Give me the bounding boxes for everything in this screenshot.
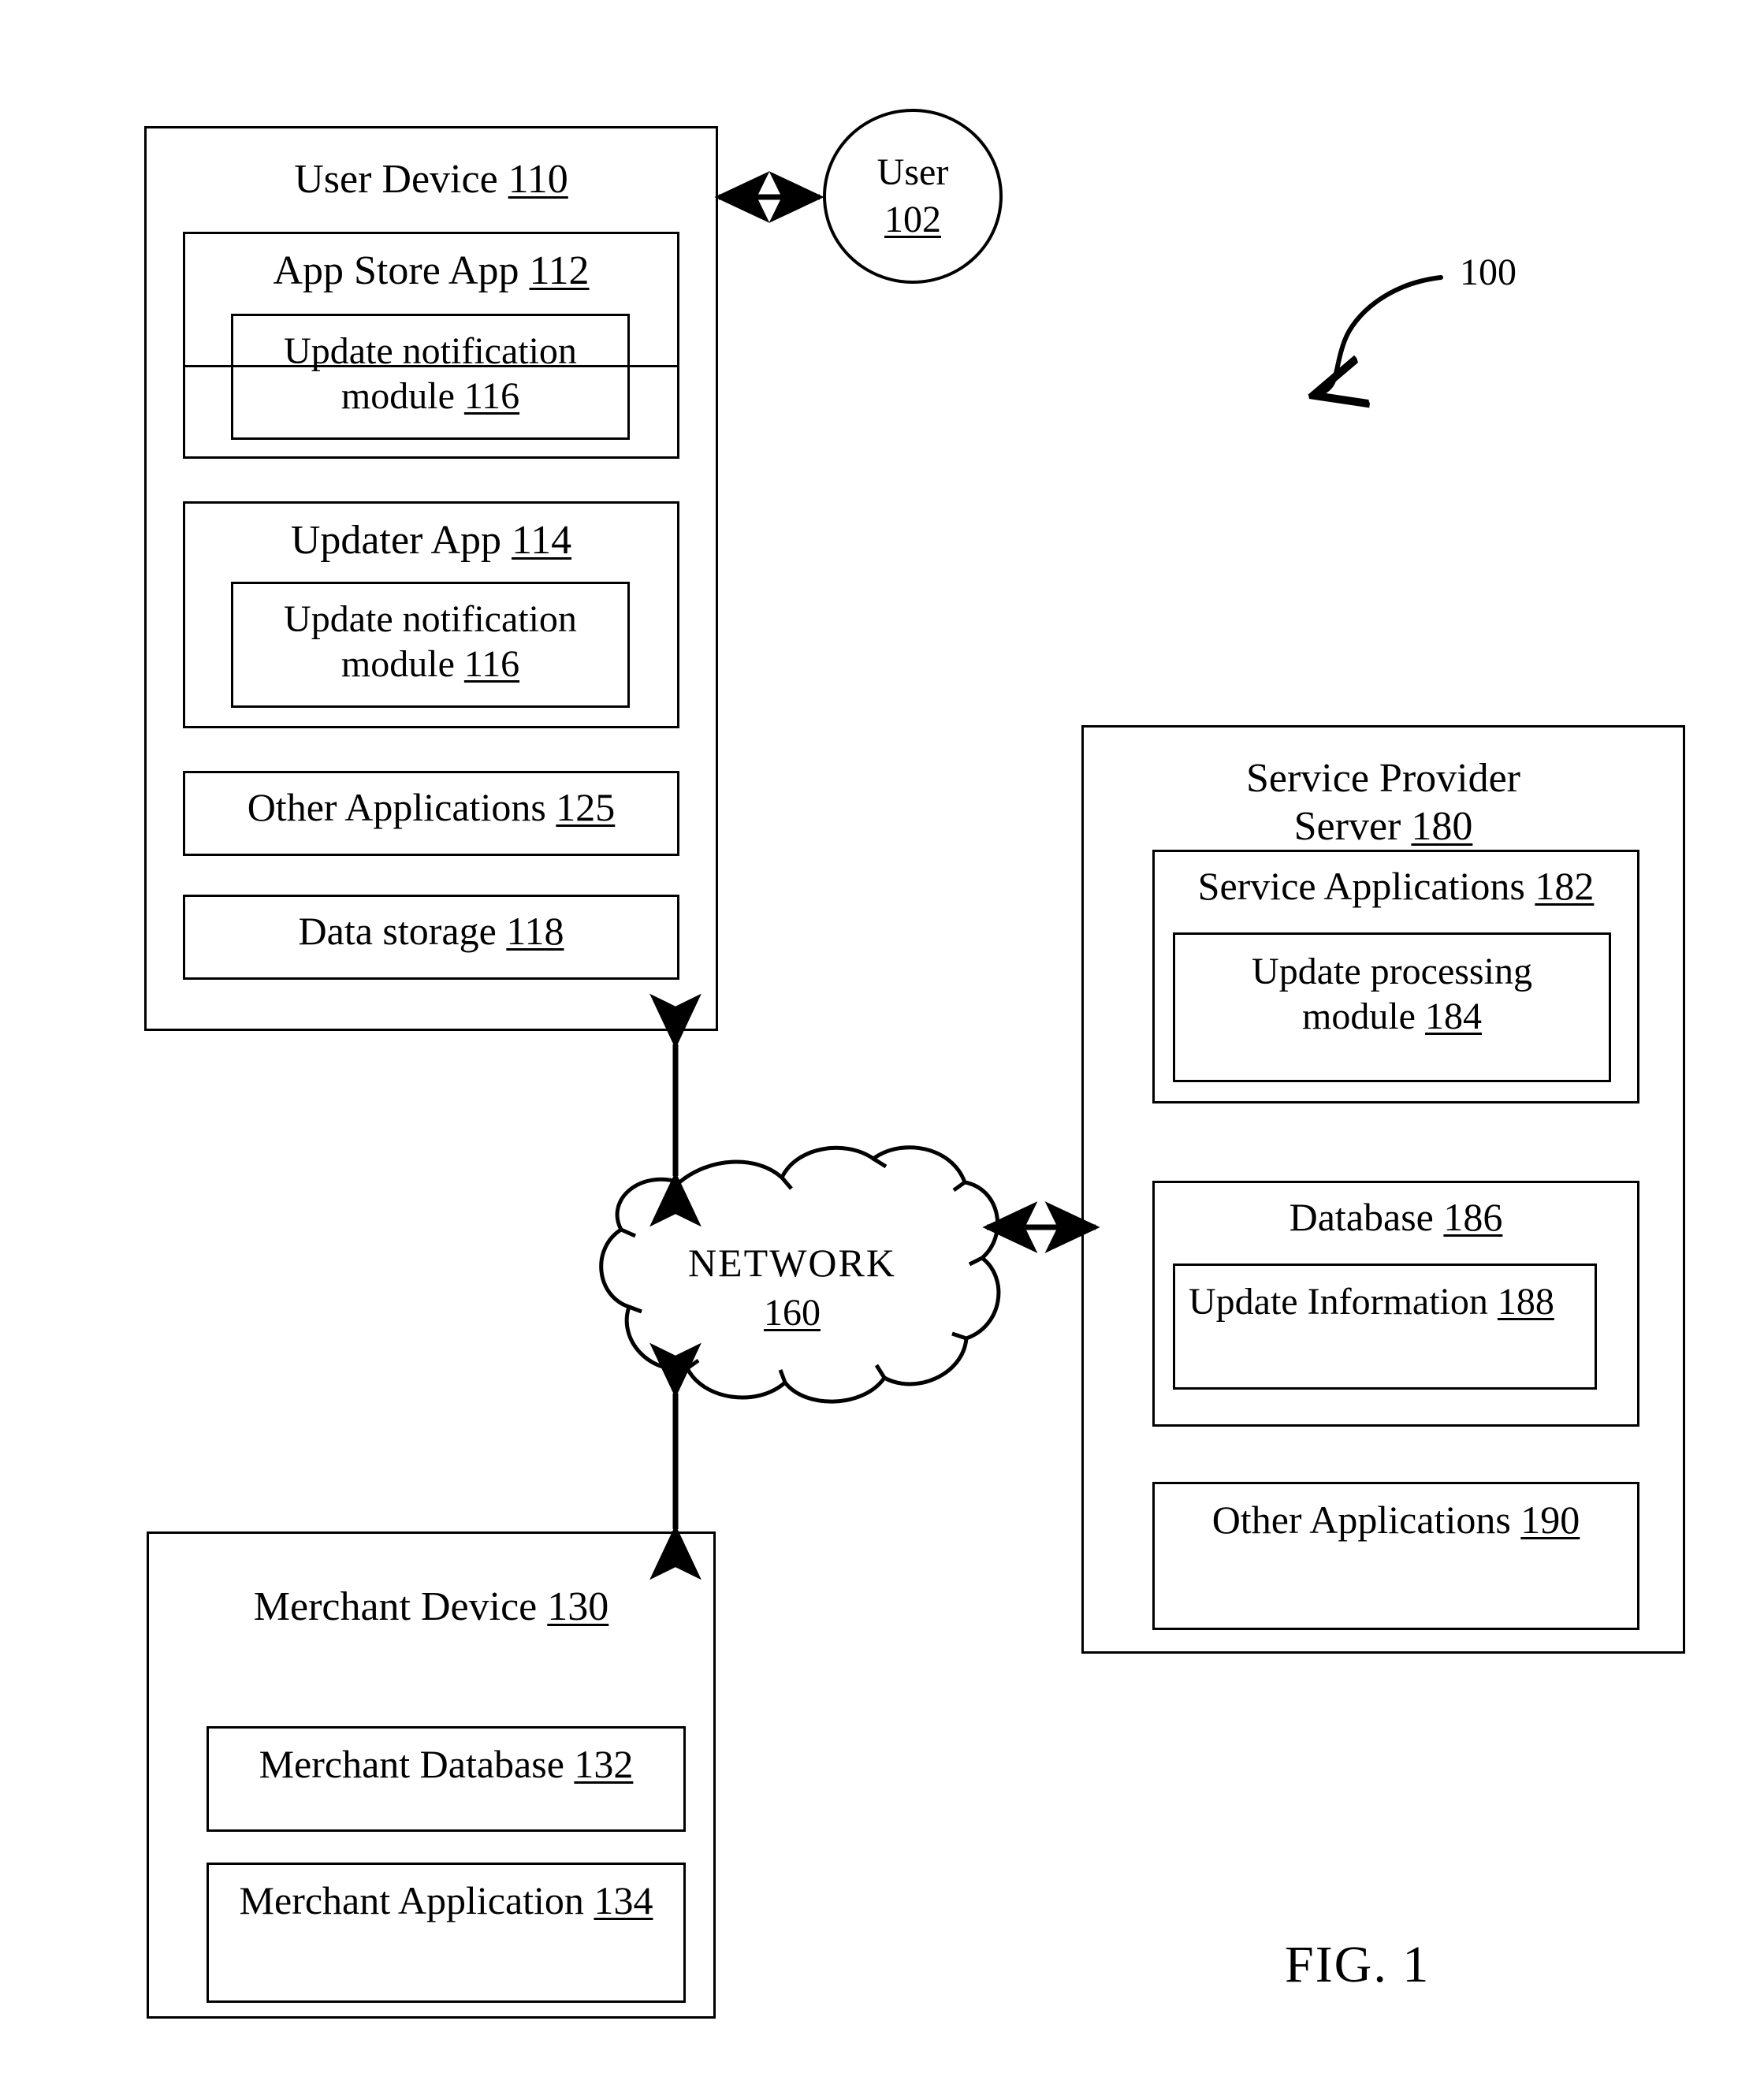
merchant-application-box: Merchant Application 134 [207,1863,686,2003]
merchant-database-label: Merchant Database 132 [259,1742,634,1786]
service-applications-title: Service Applications 182 [1197,864,1595,908]
service-provider-server-title: Service Provider Server 180 [1245,756,1520,850]
merchant-device-title: Merchant Device 130 [253,1584,609,1629]
update-notification-module-114-label: Update notification module 116 [284,598,577,685]
network-cloud-label: NETWORK 160 [623,1237,962,1338]
other-applications-190-box: Other Applications 190 [1152,1482,1639,1630]
data-storage-118-box: Data storage 118 [183,895,679,980]
database-186-title: Database 186 [1289,1195,1503,1239]
figure-caption: FIG. 1 [1285,1936,1431,1993]
update-information-188-label: Update Information 188 [1189,1281,1554,1323]
merchant-database-box: Merchant Database 132 [207,1726,686,1832]
merchant-application-label: Merchant Application 134 [239,1878,653,1922]
reference-100-leader [1318,275,1443,394]
user-device-title: User Device 110 [294,157,568,202]
user-actor-oval: User 102 [823,109,1003,284]
data-storage-118-label: Data storage 118 [298,909,564,953]
updater-app-title: Updater App 114 [290,518,572,563]
update-processing-module-label: Update processing module 184 [1252,951,1532,1037]
app-store-app-frame [183,232,679,459]
network-ref: 160 [764,1292,821,1334]
other-applications-125-box: Other Applications 125 [183,771,679,856]
user-actor-label: User 102 [876,151,949,240]
other-applications-125-label: Other Applications 125 [247,785,616,829]
patent-figure-1: User 102 --> Network --> Merchant Device… [0,0,1764,2099]
system-reference-100: 100 [1460,251,1517,293]
other-applications-190-label: Other Applications 190 [1211,1498,1580,1542]
network-title: NETWORK [688,1241,896,1285]
